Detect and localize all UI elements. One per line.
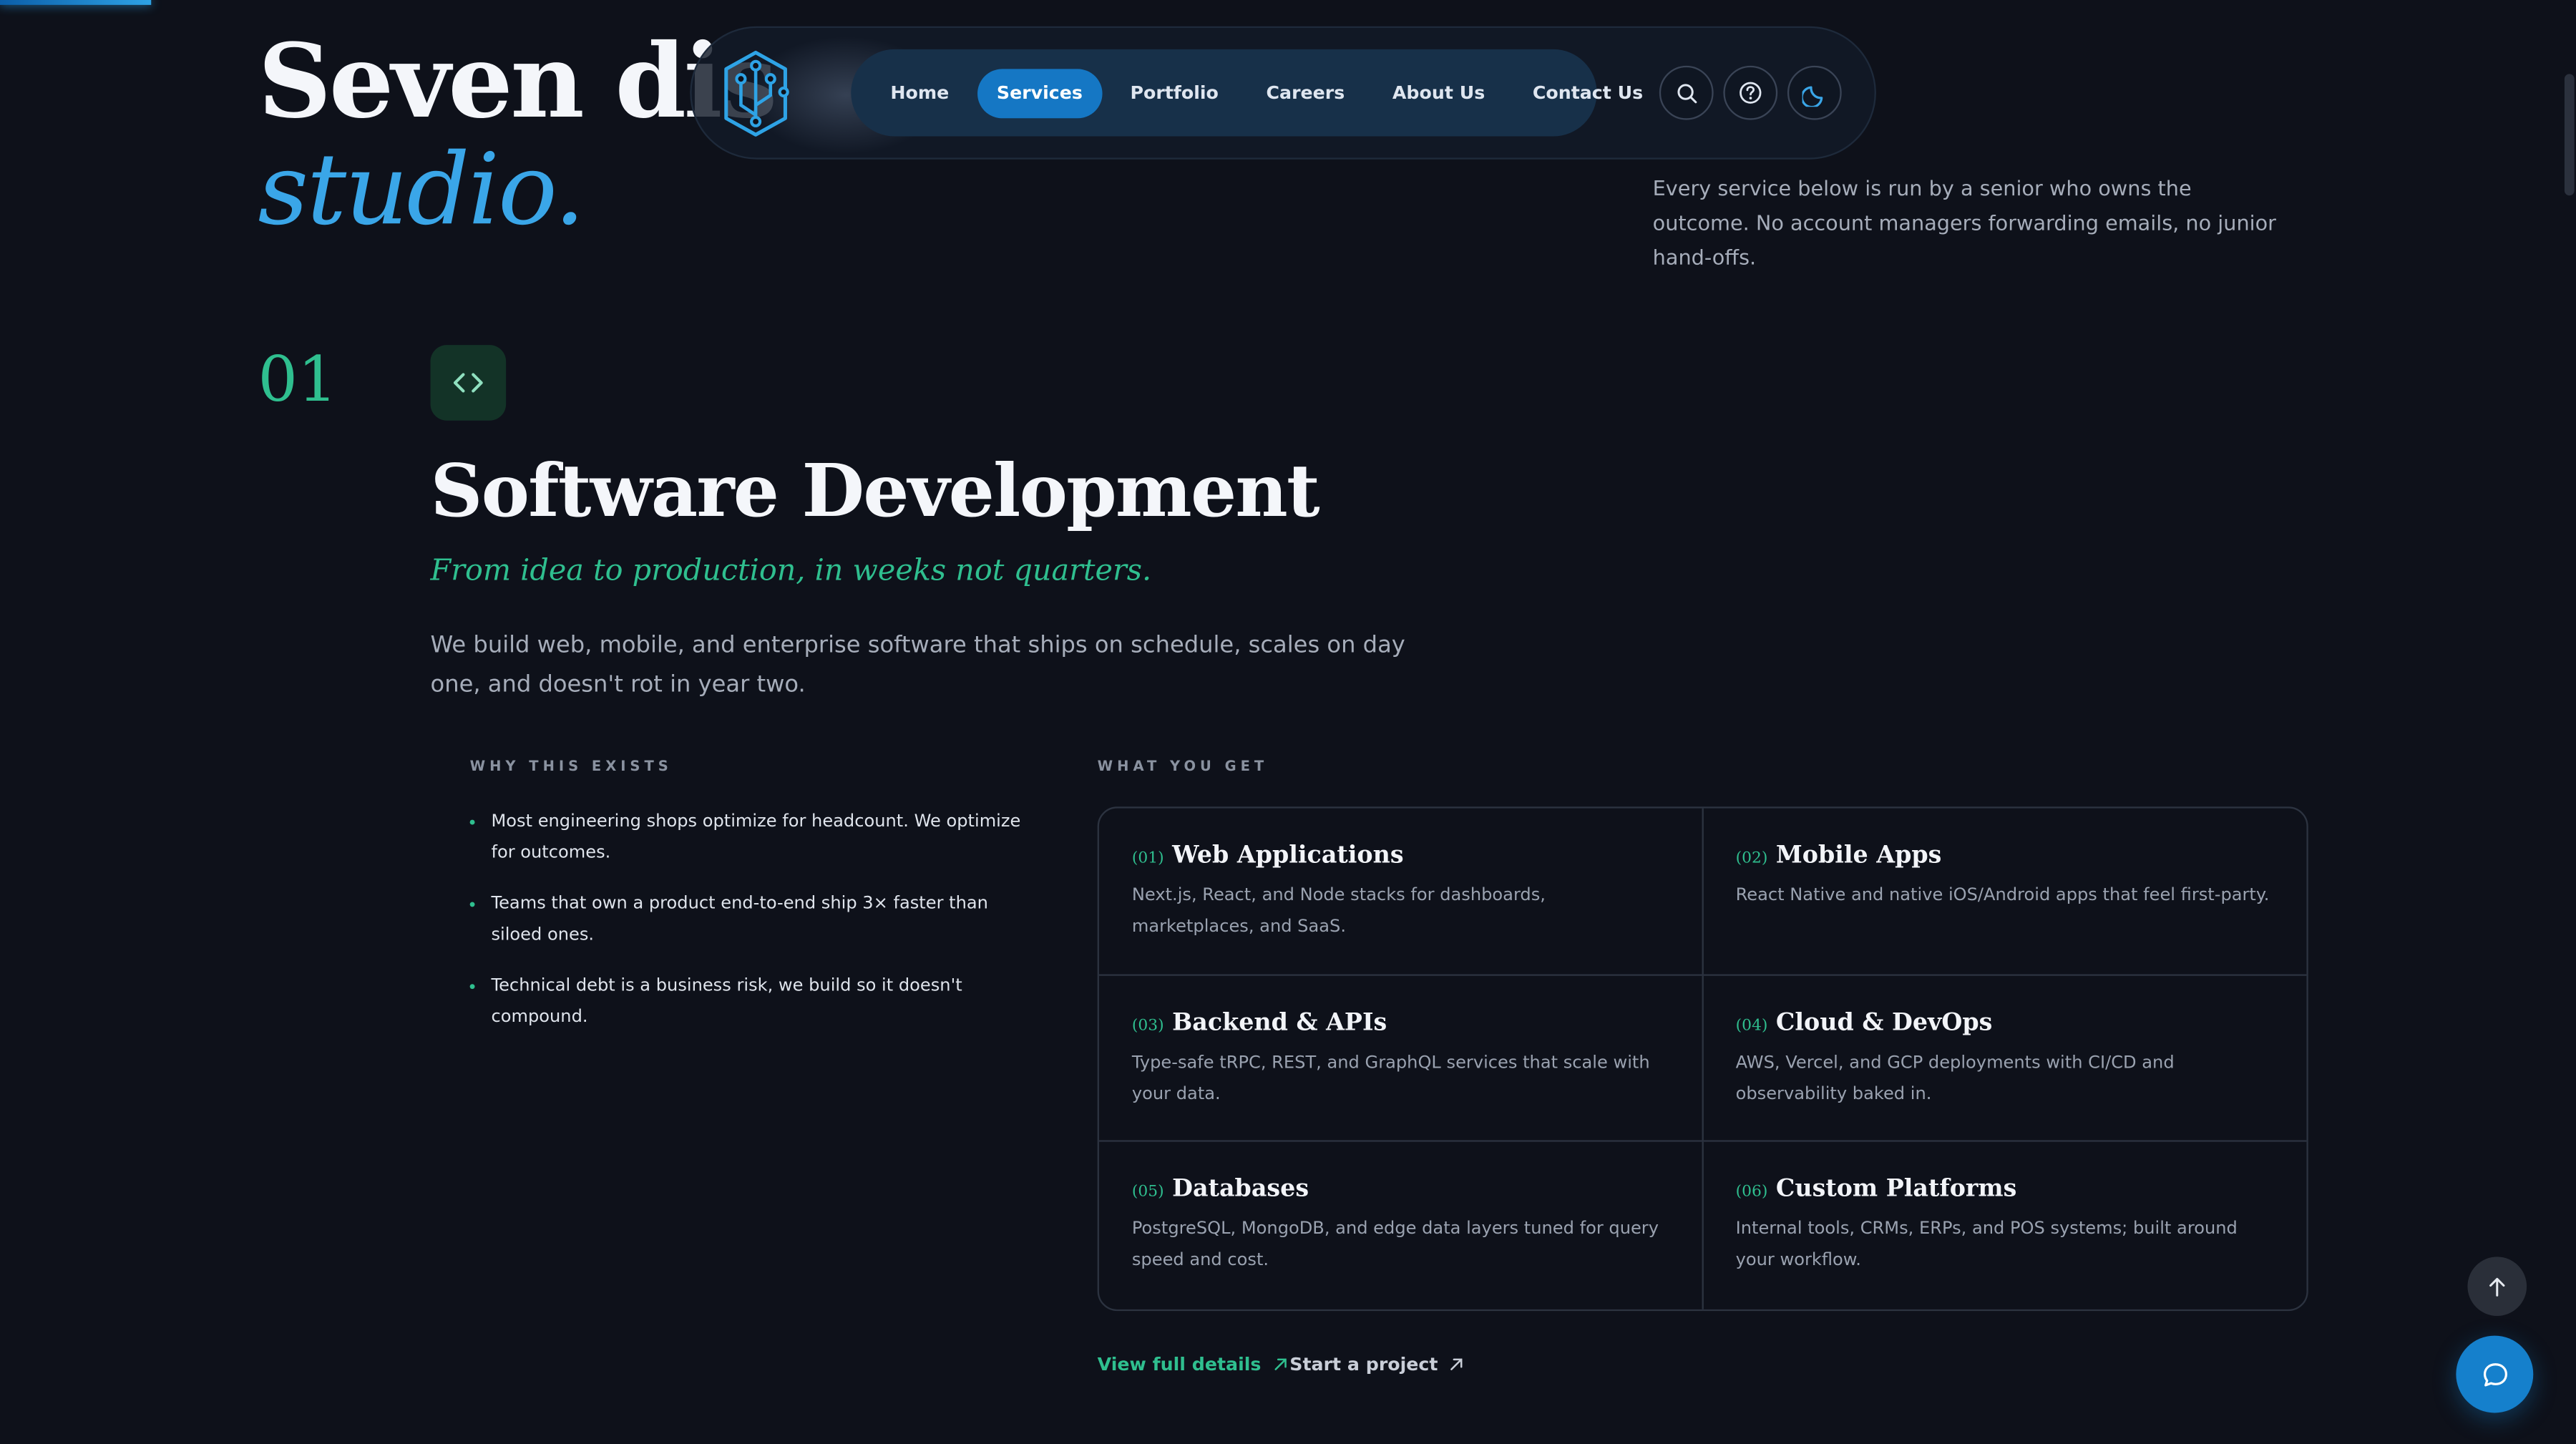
- service-description: Next.js, React, and Node stacks for dash…: [1131, 885, 1546, 937]
- service-title: Web Applications: [1172, 841, 1404, 869]
- theme-toggle-button[interactable]: [1787, 65, 1842, 120]
- nav-careers[interactable]: Careers: [1246, 68, 1365, 117]
- help-icon: [1740, 82, 1762, 104]
- search-icon: [1677, 83, 1697, 103]
- view-full-details-link[interactable]: View full details: [1098, 1354, 1287, 1375]
- service-description: PostgreSQL, MongoDB, and edge data layer…: [1131, 1219, 1659, 1271]
- service-title: Mobile Apps: [1775, 841, 1942, 869]
- section-icon-badge: [430, 345, 507, 421]
- arrow-up-icon: [2489, 1277, 2505, 1296]
- service-title: Custom Platforms: [1775, 1175, 2017, 1204]
- service-card: (04) Cloud & DevOps AWS, Vercel, and GCP…: [1702, 975, 2307, 1143]
- start-project-link[interactable]: Start a project: [1289, 1354, 1464, 1375]
- service-number: (05): [1131, 1183, 1164, 1202]
- why-item: Technical debt is a business risk, we bu…: [469, 971, 1035, 1033]
- chat-button[interactable]: [2456, 1335, 2534, 1413]
- services-page: Seven dis studio. Every service below is…: [0, 0, 2576, 1444]
- service-title: Backend & APIs: [1172, 1008, 1387, 1036]
- chat-bubble-icon: [2482, 1362, 2507, 1386]
- what-you-get-label: WHAT YOU GET: [1097, 758, 1269, 776]
- section-number: 01: [258, 343, 338, 416]
- why-item: Teams that own a product end-to-end ship…: [469, 889, 1035, 951]
- service-title: Databases: [1172, 1175, 1309, 1204]
- arrow-up-right-icon: [1274, 1358, 1286, 1370]
- nav-portfolio[interactable]: Portfolio: [1111, 68, 1239, 117]
- service-title: Cloud & DevOps: [1775, 1008, 1993, 1036]
- service-number: (04): [1735, 1016, 1768, 1035]
- scroll-to-top-button[interactable]: [2467, 1257, 2527, 1317]
- nav-about-us[interactable]: About Us: [1372, 68, 1504, 117]
- why-list: Most engineering shops optimize for head…: [469, 806, 1035, 1053]
- why-item: Most engineering shops optimize for head…: [469, 806, 1035, 869]
- service-card: (02) Mobile Apps React Native and native…: [1702, 809, 2307, 975]
- service-card: (03) Backend & APIs Type-safe tRPC, REST…: [1098, 975, 1703, 1143]
- section-title: Software Development: [430, 450, 1320, 535]
- search-button[interactable]: [1659, 65, 1714, 120]
- view-full-details-label: View full details: [1097, 1353, 1262, 1375]
- service-number: (01): [1131, 849, 1164, 868]
- service-number: (06): [1735, 1183, 1768, 1202]
- service-description: React Native and native iOS/Android apps…: [1735, 885, 2270, 906]
- service-description: Internal tools, CRMs, ERPs, and POS syst…: [1735, 1219, 2238, 1271]
- why-label: WHY THIS EXISTS: [469, 758, 673, 776]
- scroll-progress-bar: [0, 0, 152, 5]
- service-card: (06) Custom Platforms Internal tools, CR…: [1703, 1142, 2307, 1309]
- services-grid: (01) Web Applications Next.js, React, an…: [1097, 806, 2308, 1312]
- service-description: AWS, Vercel, and GCP deployments with CI…: [1735, 1052, 2175, 1104]
- hero-description: Every service below is run by a senior w…: [1652, 175, 2276, 270]
- nav-home[interactable]: Home: [871, 68, 969, 117]
- section-description: We build web, mobile, and enterprise sof…: [430, 632, 1405, 698]
- service-card: (05) Databases PostgreSQL, MongoDB, and …: [1099, 1142, 1703, 1309]
- section-tagline: From idea to production, in weeks not qu…: [430, 553, 1152, 588]
- code-icon: [453, 373, 483, 393]
- hero-accent-title: studio.: [258, 132, 585, 248]
- help-button[interactable]: [1723, 65, 1778, 120]
- scrollbar-thumb[interactable]: [2564, 74, 2575, 196]
- nav-links: Home Services Portfolio Careers About Us…: [851, 49, 1643, 137]
- service-card: (01) Web Applications Next.js, React, an…: [1098, 808, 1703, 975]
- moon-icon: [1801, 85, 1823, 107]
- start-project-label: Start a project: [1289, 1353, 1438, 1375]
- nav-services[interactable]: Services: [977, 68, 1103, 118]
- service-number: (02): [1735, 849, 1768, 868]
- service-description: Type-safe tRPC, REST, and GraphQL servic…: [1131, 1052, 1650, 1104]
- nav-contact-us[interactable]: Contact Us: [1513, 68, 1662, 117]
- page-scrollbar[interactable]: [2563, 0, 2576, 1444]
- logo-icon[interactable]: [716, 46, 795, 141]
- arrow-up-right-icon: [1450, 1358, 1463, 1370]
- service-number: (03): [1131, 1016, 1164, 1035]
